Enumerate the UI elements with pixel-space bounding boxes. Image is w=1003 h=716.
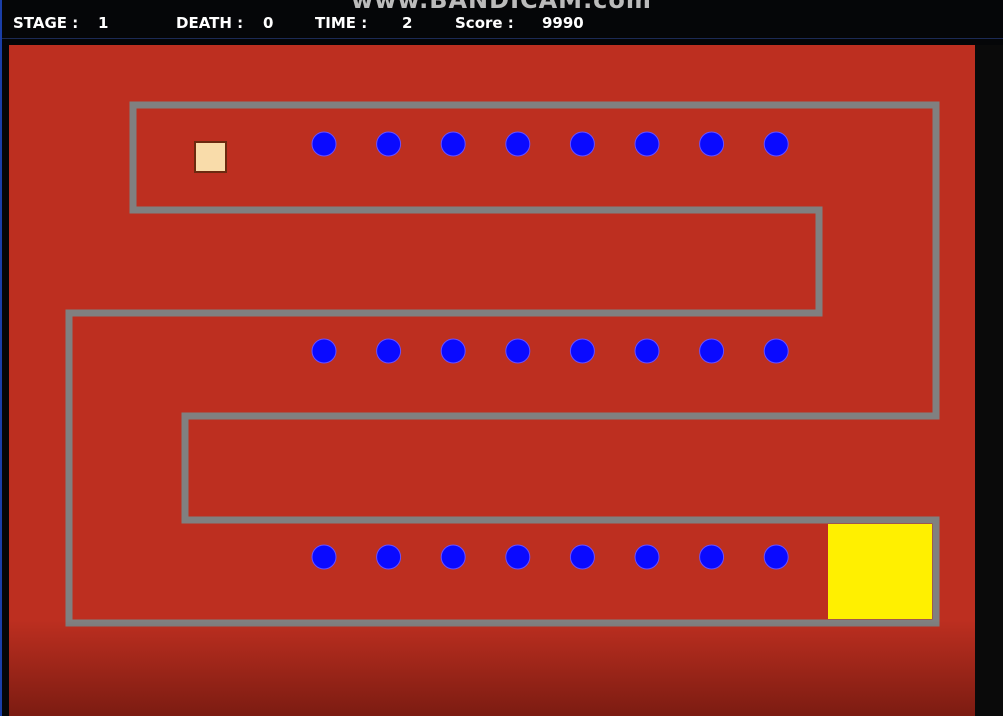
game-window: www.BANDICAM.com STAGE : 1 DEATH : 0 TIM… <box>0 0 1003 716</box>
enemy-dot <box>569 131 595 157</box>
enemy-dot <box>311 544 337 570</box>
enemy-dot <box>376 544 402 570</box>
enemy-dots <box>311 131 789 570</box>
enemy-dot <box>440 131 466 157</box>
enemy-dot <box>311 131 337 157</box>
enemy-dot <box>505 131 531 157</box>
enemy-dot <box>440 338 466 364</box>
enemy-dot <box>634 544 660 570</box>
goal-zone <box>828 524 932 619</box>
enemy-dot <box>763 544 789 570</box>
enemy-dot <box>569 338 595 364</box>
enemy-dot <box>440 544 466 570</box>
enemy-dot <box>376 338 402 364</box>
enemy-dot <box>763 131 789 157</box>
enemy-dot <box>505 338 531 364</box>
enemy-dot <box>505 544 531 570</box>
enemy-dot <box>699 544 725 570</box>
enemy-dot <box>634 338 660 364</box>
maze-path-border <box>65 101 940 627</box>
game-board <box>65 101 940 627</box>
enemy-dot <box>569 544 595 570</box>
enemy-dot <box>311 338 337 364</box>
enemy-dot <box>699 131 725 157</box>
player-square[interactable] <box>194 141 227 173</box>
enemy-dot <box>699 338 725 364</box>
enemy-dot <box>376 131 402 157</box>
enemy-dot <box>634 131 660 157</box>
enemy-dot <box>763 338 789 364</box>
